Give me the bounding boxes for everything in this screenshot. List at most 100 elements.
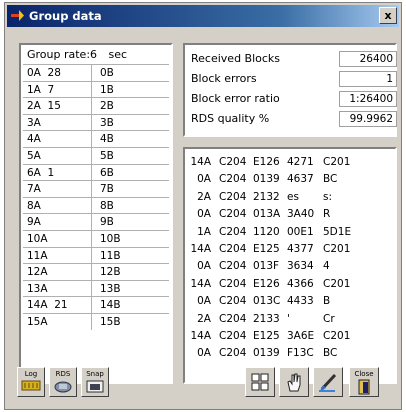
log-block-cell: es [287,190,299,203]
log-line: 0A C204 0139 F13C BC [189,346,393,361]
log-group-cell: 1A [197,225,211,238]
log-line: 14A C204 E126 4271 C201 [189,155,393,170]
group-a-cell: 11A [23,247,92,264]
rds-button-label: RDS [55,370,71,378]
log-group-cell: 0A [197,295,211,308]
group-b-cell: 8B [100,199,114,212]
log-block-cell: C204 [219,190,247,203]
close-button[interactable]: Close [349,367,379,397]
group-a-cell: 2A 15 [23,98,92,114]
group-b-cell: 6B [100,166,114,179]
snap-button[interactable]: Snap [81,367,109,397]
log-block-cell: C201 [323,277,351,290]
close-button-label: Close [354,370,374,378]
title-close-button[interactable]: x [379,7,397,24]
log-icon [21,380,41,391]
group-row: 6A 1 6B [23,163,169,181]
log-block-cell: 4433 [287,295,314,308]
log-line: 14A C204 E125 3A6E C201 [189,329,393,344]
stat-label: Block errors [191,72,257,85]
log-block-cell: 2132 [253,190,280,203]
log-group-cell: 2A [197,312,211,325]
rds-button[interactable]: RDS [49,367,77,397]
group-rate: Group rate:6 sec [27,48,127,61]
log-block-cell: C204 [219,347,247,360]
log-block-cell: B [323,295,331,308]
group-row: 15A 15B [23,312,169,330]
group-a-cell: 13A [23,280,92,297]
group-b-cell: 14B [100,299,121,312]
group-a-cell: 9A [23,214,92,230]
log-line: 1A C204 1120 00E1 5D1E [189,225,393,240]
log-line: 0A C204 013A 3A40 R [189,207,393,222]
grid-icon [251,373,269,391]
group-b-cell: 9B [100,216,114,229]
group-row: 13A 13B [23,279,169,297]
group-a-cell: 8A [23,197,92,214]
log-block-cell: C204 [219,330,247,342]
group-data-window: Group data x Group rate:6 sec 0A 28 0B 1A … [4,2,402,410]
group-a-cell: 7A [23,181,92,197]
log-block-cell: 013C [253,295,281,308]
pen-button[interactable] [313,367,343,397]
group-b-cell: 0B [100,67,114,79]
group-row: 3A 3B [23,113,169,131]
log-block-cell: C201 [323,243,351,255]
group-rate-unit: sec [108,48,128,61]
log-block-cell: C204 [219,225,247,238]
log-block-cell: F13C [287,347,314,360]
log-group-cell: 14A [190,277,211,290]
stat-label: Block error ratio [191,92,280,105]
log-group-cell: 0A [197,260,211,273]
group-b-cell: 13B [100,282,121,295]
group-b-cell: 12B [100,266,121,279]
hand-button[interactable] [279,367,309,397]
title-bar[interactable]: Group data x [7,5,399,27]
log-block-cell: C201 [323,156,351,168]
group-row: 9A 9B [23,213,169,230]
log-block-cell: 1120 [253,225,280,238]
group-b-cell: 15B [100,315,121,328]
log-block-cell: E126 [253,156,280,168]
log-block-cell: Cr [323,312,335,325]
rds-icon [54,381,72,393]
stat-value: 99.9962 [339,111,397,127]
log-line: 0A C204 013F 3634 4 [189,259,393,274]
log-button[interactable]: Log [17,367,45,397]
log-block-cell: C201 [323,330,351,342]
log-group-cell: 0A [197,347,211,360]
log-line: 2A C204 2133 ' Cr [189,312,393,327]
log-block-cell: 3A40 [287,208,315,221]
group-row: 14A 21 14B [23,296,169,313]
group-a-cell: 1A 7 [23,81,92,98]
group-b-cell: 5B [100,149,114,162]
log-block-cell: C204 [219,312,247,325]
group-rate-value: 6 [90,48,98,61]
log-block-cell: C204 [219,260,247,273]
log-block-cell: 00E1 [287,225,314,238]
log-group-cell: 0A [197,173,211,186]
log-block-cell: 4637 [287,173,314,186]
log-button-label: Log [24,370,38,378]
log-block-cell: 3634 [287,260,314,273]
log-block-cell: ' [287,312,290,325]
group-a-cell: 14A 21 [23,297,92,313]
group-row: 8A 8B [23,196,169,214]
hand-icon [287,373,301,392]
log-group-cell: 14A [190,156,211,168]
log-block-cell: C204 [219,208,247,221]
group-row: 11A 11B [23,246,169,264]
log-group-cell: 14A [190,330,211,342]
group-a-cell: 0A 28 [23,65,92,81]
group-b-cell: 4B [100,133,114,146]
group-b-cell: 3B [100,116,114,129]
log-block-cell: E126 [253,277,280,290]
log-block-cell: 013F [253,260,280,273]
log-block-cell: 5D1E [323,225,352,238]
log-group-cell: 2A [197,190,211,203]
log-block-cell: 4366 [287,277,314,290]
grid-view-button[interactable] [245,367,275,397]
log-group-cell: 14A [190,243,211,255]
log-block-cell: C204 [219,295,247,308]
group-a-cell: 10A [23,230,92,247]
